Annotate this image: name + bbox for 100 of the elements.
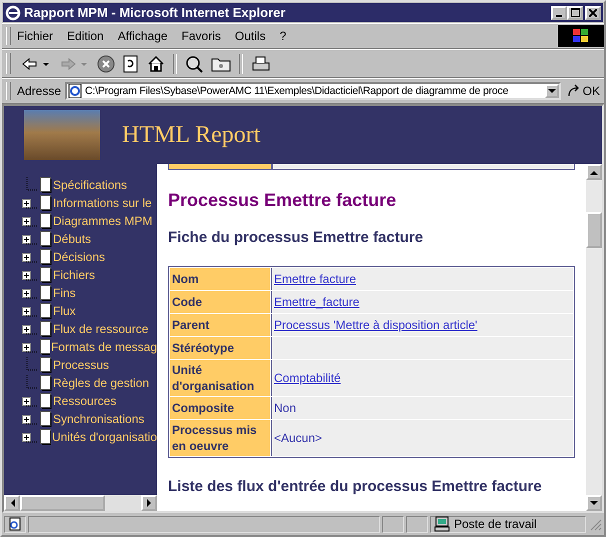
document-icon	[40, 411, 52, 427]
maximize-button[interactable]	[567, 6, 583, 20]
address-field[interactable]: C:\Program Files\Sybase\PowerAMC 11\Exemples\Didacticiel\Rapport de diagramme de proce	[65, 82, 561, 100]
expand-icon[interactable]	[22, 288, 31, 298]
property-link[interactable]: Emettre facture	[274, 272, 356, 286]
horizontal-scrollbar[interactable]	[4, 495, 157, 511]
close-button[interactable]	[585, 6, 601, 20]
menu-item[interactable]: ?	[280, 29, 286, 43]
tree-item[interactable]: Flux de ressource	[53, 322, 148, 336]
close-icon	[589, 8, 597, 16]
expand-icon[interactable]	[22, 198, 31, 208]
page-heading: Processus Emettre facture	[168, 190, 398, 211]
folder-icon	[211, 56, 231, 72]
property-link[interactable]: Emettre_facture	[274, 295, 360, 309]
right-arrow-icon	[146, 499, 152, 507]
vertical-scrollbar[interactable]	[586, 164, 602, 511]
property-label: Parent	[170, 314, 270, 336]
expand-icon[interactable]	[22, 252, 31, 262]
property-label: Unité d'organisation	[170, 360, 270, 396]
document-icon	[40, 303, 52, 319]
tree-item[interactable]: Règles de gestion	[53, 376, 150, 390]
document-icon	[40, 177, 52, 193]
up-arrow-icon	[590, 170, 598, 174]
printer-icon	[251, 54, 271, 72]
expand-icon[interactable]	[22, 306, 31, 316]
tree-item[interactable]: Fichiers	[53, 268, 96, 282]
scroll-thumb[interactable]	[20, 495, 105, 511]
expand-icon[interactable]	[22, 396, 31, 406]
tree-item[interactable]: Processus	[53, 358, 110, 372]
window-title: Rapport MPM - Microsoft Internet Explorer	[24, 5, 286, 20]
go-arrow-icon	[566, 84, 581, 98]
go-button[interactable]: OK	[560, 84, 604, 98]
document-icon	[40, 375, 52, 391]
expand-icon[interactable]	[22, 216, 31, 226]
search-icon	[185, 54, 203, 72]
scroll-thumb[interactable]	[586, 212, 602, 248]
address-label: Adresse	[17, 84, 62, 98]
zone-label: Poste de travail	[454, 517, 537, 531]
tree-item[interactable]: Unités d'organisatio	[52, 430, 157, 444]
section-heading: Fiche du processus Emettre facture	[168, 229, 424, 246]
tree-item[interactable]: Informations sur le	[53, 196, 152, 210]
left-arrow-icon	[10, 499, 14, 507]
document-icon	[40, 195, 52, 211]
resize-grip-icon[interactable]	[588, 517, 602, 531]
windows-flag-icon	[571, 27, 591, 45]
dropdown-button[interactable]	[544, 84, 559, 98]
menu-item[interactable]: Edition	[67, 29, 104, 43]
menu-item[interactable]: Favoris	[182, 29, 221, 43]
page-icon	[8, 517, 22, 531]
expand-icon[interactable]	[22, 342, 31, 352]
property-label: Stéréotype	[170, 337, 270, 359]
property-label: Code	[170, 291, 270, 313]
property-value: Non	[274, 401, 296, 415]
caret-icon	[548, 88, 556, 94]
expand-icon[interactable]	[22, 432, 31, 442]
report-title: HTML Report	[122, 122, 260, 148]
expand-icon[interactable]	[22, 270, 31, 280]
menu-item[interactable]: Affichage	[118, 29, 168, 43]
document-icon	[40, 231, 52, 247]
expand-icon[interactable]	[22, 324, 31, 334]
tree-item[interactable]: Fins	[53, 286, 76, 300]
page-icon	[67, 84, 84, 98]
expand-icon[interactable]	[22, 414, 31, 424]
tree-item[interactable]: Débuts	[53, 232, 92, 246]
menu-item[interactable]: Fichier	[17, 29, 54, 43]
home-icon	[147, 54, 165, 72]
expand-icon[interactable]	[22, 234, 31, 244]
tree-item[interactable]: Formats de messag	[50, 340, 157, 354]
property-label: Processus mis en oeuvre	[170, 420, 270, 456]
status-pane	[406, 516, 428, 532]
document-icon	[40, 285, 52, 301]
document-icon	[40, 213, 52, 229]
forward-arrow-icon	[59, 56, 89, 72]
tree-item[interactable]: Diagrammes MPM	[53, 214, 152, 228]
computer-icon	[434, 516, 450, 532]
document-icon	[40, 267, 52, 283]
back-arrow-icon	[21, 56, 51, 72]
down-arrow-icon	[590, 500, 598, 506]
document-icon	[40, 393, 52, 409]
tree-item[interactable]: Synchronisations	[53, 412, 144, 426]
tree-item[interactable]: Flux	[53, 304, 76, 318]
property-value: <Aucun>	[274, 431, 322, 445]
document-icon	[40, 429, 51, 445]
section-heading: Liste des flux d'entrée du processus Emettre facture	[168, 478, 543, 495]
property-label: Composite	[170, 397, 270, 419]
refresh-page-icon	[123, 54, 139, 72]
minimize-icon	[556, 14, 562, 16]
stop-icon	[97, 54, 115, 72]
minimize-button[interactable]	[551, 6, 567, 20]
tree-item[interactable]: Décisions	[53, 250, 106, 264]
property-link[interactable]: Comptabilité	[274, 371, 341, 385]
maximize-icon	[570, 8, 580, 17]
document-icon	[40, 339, 50, 355]
browser-logo-icon	[5, 4, 21, 20]
menu-item[interactable]: Outils	[234, 29, 266, 43]
property-label: Nom	[170, 268, 270, 290]
tree-item[interactable]: Ressources	[53, 394, 116, 408]
document-icon	[40, 357, 52, 373]
document-icon	[40, 321, 52, 337]
tree-item[interactable]: Spécifications	[53, 178, 128, 192]
